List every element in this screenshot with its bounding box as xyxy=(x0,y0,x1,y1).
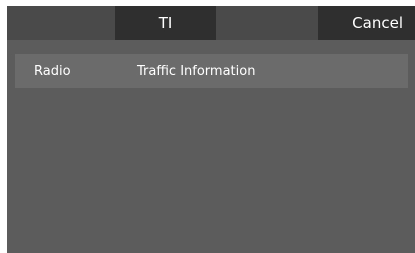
list-item-source: Radio xyxy=(34,63,71,79)
ti-screen: TI Cancel Radio Traffic Information xyxy=(7,6,415,253)
list-item-traffic-information[interactable]: Radio Traffic Information xyxy=(15,54,408,88)
top-bar-left-segment xyxy=(7,6,115,40)
list-item-label: Traffic Information xyxy=(137,63,256,79)
cancel-button[interactable]: Cancel xyxy=(318,6,415,40)
top-bar-middle-segment xyxy=(216,6,318,40)
top-bar: TI Cancel xyxy=(7,6,415,40)
page-title: TI xyxy=(115,6,216,40)
